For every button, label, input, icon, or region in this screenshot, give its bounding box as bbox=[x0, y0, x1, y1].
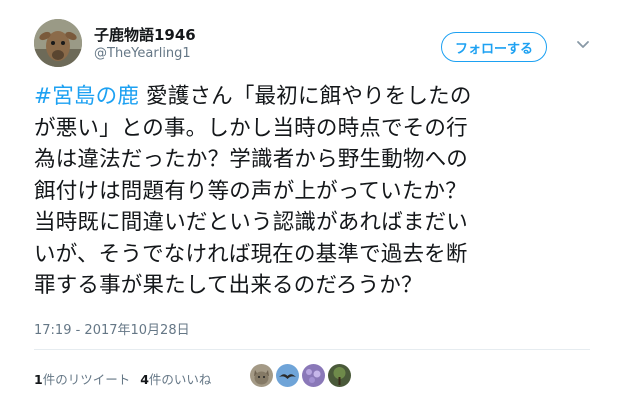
deer-avatar-icon[interactable] bbox=[34, 19, 82, 67]
display-name[interactable]: 子鹿物語1946 bbox=[94, 24, 196, 45]
tweet-stats: 1件のリツイート 4件のいいね bbox=[34, 369, 211, 388]
like-count-number: 4 bbox=[140, 372, 149, 387]
tweet-line-5: 当時既に間違いだという認識があればまだい bbox=[34, 210, 469, 235]
tweet-text-segment: 愛護さん「最初に餌やりをしたの bbox=[139, 84, 472, 109]
cat-avatar-icon[interactable] bbox=[250, 364, 273, 387]
divider bbox=[34, 349, 590, 350]
tweet-line-4: 餌付けは問題有り等の声が上がっていたか？ bbox=[34, 178, 467, 204]
hashtag-link[interactable]: #宮島の鹿 bbox=[34, 84, 139, 109]
tweet-timestamp[interactable]: 17:19 - 2017年10月28日 bbox=[34, 319, 190, 338]
liker-avatars bbox=[250, 364, 351, 387]
tweet-line-6: いが、そうでなければ現在の基準で過去を断 bbox=[34, 241, 468, 267]
tweet-line-7: 罪する事が果たして出来るのだろうか？ bbox=[34, 273, 423, 298]
tweet-line-3: 為は違法だったか？学識者から野生動物への bbox=[34, 147, 469, 172]
tree-avatar-icon[interactable] bbox=[328, 364, 351, 387]
user-handle[interactable]: @TheYearling1 bbox=[94, 46, 191, 61]
flower-avatar-icon[interactable] bbox=[302, 364, 325, 387]
chevron-down-icon[interactable] bbox=[575, 36, 591, 52]
follow-button[interactable]: フォローする bbox=[441, 32, 547, 62]
tweet-text: #宮島の鹿 愛護さん「最初に餌やりをしたの が悪い」との事。しかし当時の時点でそ… bbox=[34, 81, 594, 302]
like-count[interactable]: 4件のいいね bbox=[140, 369, 211, 388]
retweet-count-label: 件のリツイート bbox=[42, 372, 131, 387]
like-count-label: 件のいいね bbox=[148, 372, 212, 387]
bird-avatar-icon[interactable] bbox=[276, 364, 299, 387]
tweet-line-2: が悪い」との事。しかし当時の時点でその行 bbox=[34, 115, 468, 141]
tweet-line-1: #宮島の鹿 愛護さん「最初に餌やりをしたの bbox=[34, 81, 594, 113]
retweet-count-number: 1 bbox=[34, 372, 43, 387]
retweet-count[interactable]: 1件のリツイート bbox=[34, 369, 130, 388]
